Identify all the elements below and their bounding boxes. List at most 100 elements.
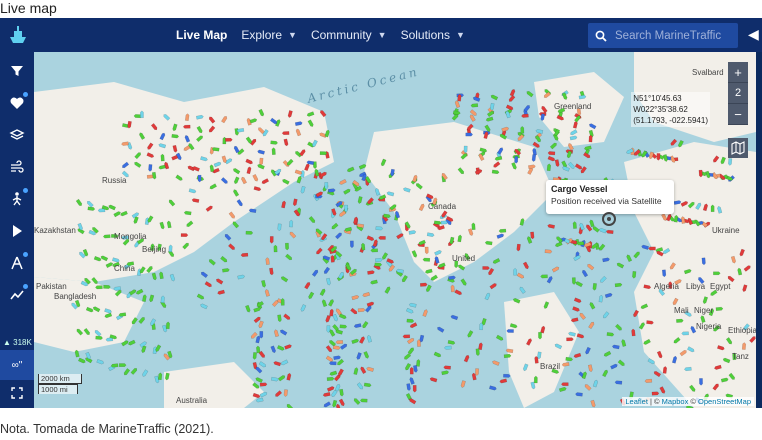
vessel-marker[interactable]	[151, 272, 157, 281]
live-map[interactable]: Arctic Ocean Greenland Russia Canada Kaz…	[34, 52, 756, 408]
vessel-marker[interactable]	[517, 134, 525, 141]
vessel-marker[interactable]	[338, 313, 347, 320]
vessel-marker[interactable]	[225, 137, 233, 142]
vessel-marker[interactable]	[484, 292, 491, 301]
vessel-marker[interactable]	[338, 271, 345, 280]
vessel-marker[interactable]	[492, 258, 501, 264]
vessel-marker[interactable]	[356, 382, 364, 391]
vessel-marker[interactable]	[245, 304, 251, 313]
vessel-marker[interactable]	[616, 262, 625, 269]
vessel-marker[interactable]	[336, 358, 345, 366]
vessel-marker[interactable]	[289, 231, 297, 239]
vessel-marker[interactable]	[588, 134, 593, 143]
vessel-marker[interactable]	[332, 345, 341, 350]
vessel-marker[interactable]	[575, 392, 583, 397]
vessel-marker[interactable]	[339, 388, 344, 397]
vessel-marker[interactable]	[182, 124, 191, 129]
vessel-marker[interactable]	[149, 294, 155, 303]
vessel-marker[interactable]	[602, 311, 610, 319]
vessel-marker[interactable]	[598, 294, 604, 303]
vessel-marker[interactable]	[362, 291, 371, 298]
vessel-marker[interactable]	[403, 353, 412, 360]
measure-button[interactable]	[0, 248, 34, 278]
vessel-marker[interactable]	[339, 324, 348, 329]
vessel-marker[interactable]	[215, 278, 224, 285]
vessel-marker[interactable]	[573, 297, 582, 304]
vessel-marker[interactable]	[482, 266, 490, 270]
vessel-marker[interactable]	[401, 274, 408, 283]
vessel-marker[interactable]	[353, 398, 361, 406]
vessel-marker[interactable]	[699, 378, 703, 386]
vessel-marker[interactable]	[329, 370, 338, 376]
vessel-marker[interactable]	[328, 339, 337, 347]
vessel-marker[interactable]	[540, 274, 548, 279]
vessel-marker[interactable]	[280, 276, 289, 283]
vessel-marker[interactable]	[381, 252, 389, 261]
vessel-marker[interactable]	[331, 389, 338, 398]
nav-solutions[interactable]: Solutions ▼	[401, 28, 465, 42]
vessel-marker[interactable]	[326, 376, 335, 381]
vessel-marker[interactable]	[285, 242, 289, 251]
vessel-marker[interactable]	[319, 151, 328, 156]
vessel-marker[interactable]	[587, 364, 593, 373]
vessel-marker[interactable]	[632, 271, 637, 279]
vessel-marker[interactable]	[338, 398, 345, 407]
vessel-marker[interactable]	[353, 323, 362, 329]
vessel-marker[interactable]	[599, 227, 607, 234]
vessel-marker[interactable]	[328, 188, 336, 193]
vessel-marker[interactable]	[592, 226, 600, 233]
vessel-marker[interactable]	[351, 295, 360, 301]
vessel-marker[interactable]	[508, 94, 516, 102]
vessel-marker[interactable]	[308, 291, 315, 300]
vessel-marker[interactable]	[467, 330, 474, 338]
vessel-marker[interactable]	[412, 385, 417, 393]
vessel-marker[interactable]	[485, 116, 494, 122]
vessel-marker[interactable]	[604, 292, 613, 299]
vessel-marker[interactable]	[311, 269, 319, 277]
vessel-marker[interactable]	[489, 283, 498, 290]
vessel-marker[interactable]	[617, 359, 625, 367]
vessel-marker[interactable]	[585, 346, 591, 355]
vessel-marker[interactable]	[319, 288, 326, 297]
vessel-marker[interactable]	[273, 244, 278, 253]
vessel-marker[interactable]	[113, 286, 121, 291]
vessel-marker[interactable]	[255, 377, 263, 384]
vessel-marker[interactable]	[574, 163, 583, 170]
vessel-marker[interactable]	[326, 277, 331, 286]
vessel-marker[interactable]	[286, 403, 294, 408]
vessel-marker[interactable]	[339, 210, 347, 218]
vessel-marker[interactable]	[200, 303, 208, 310]
vessel-marker[interactable]	[495, 334, 504, 341]
vessel-marker[interactable]	[444, 345, 452, 350]
vessel-marker[interactable]	[670, 138, 678, 146]
vessel-marker[interactable]	[406, 337, 415, 345]
vessel-marker[interactable]	[157, 372, 163, 381]
vessel-marker[interactable]	[363, 382, 372, 388]
vessel-marker[interactable]	[363, 351, 370, 359]
vessel-marker[interactable]	[280, 298, 285, 306]
vessel-marker[interactable]	[96, 359, 105, 365]
vessel-marker[interactable]	[492, 360, 500, 366]
vessel-marker[interactable]	[228, 243, 235, 251]
vessel-marker[interactable]	[326, 386, 335, 392]
vessel-marker[interactable]	[375, 226, 384, 231]
vessel-marker[interactable]	[366, 235, 375, 242]
vessel-marker[interactable]	[588, 321, 595, 330]
vessel-marker[interactable]	[339, 343, 348, 350]
vessel-marker[interactable]	[558, 386, 567, 393]
vessel-marker[interactable]	[237, 274, 246, 280]
vessel-marker[interactable]	[422, 309, 428, 317]
vessel-marker[interactable]	[450, 314, 459, 321]
vessel-marker[interactable]	[516, 272, 525, 279]
vessel-marker[interactable]	[506, 329, 514, 333]
vessel-marker[interactable]	[258, 350, 266, 358]
vessel-marker[interactable]	[544, 249, 553, 254]
vessel-marker[interactable]	[159, 271, 164, 280]
vessel-marker[interactable]	[95, 285, 103, 290]
vessel-marker[interactable]	[429, 377, 438, 383]
vessel-marker[interactable]	[133, 114, 142, 119]
vessel-marker[interactable]	[465, 132, 473, 137]
vessel-marker[interactable]	[472, 96, 481, 102]
vessel-marker[interactable]	[135, 288, 144, 295]
vessel-marker[interactable]	[276, 345, 285, 351]
